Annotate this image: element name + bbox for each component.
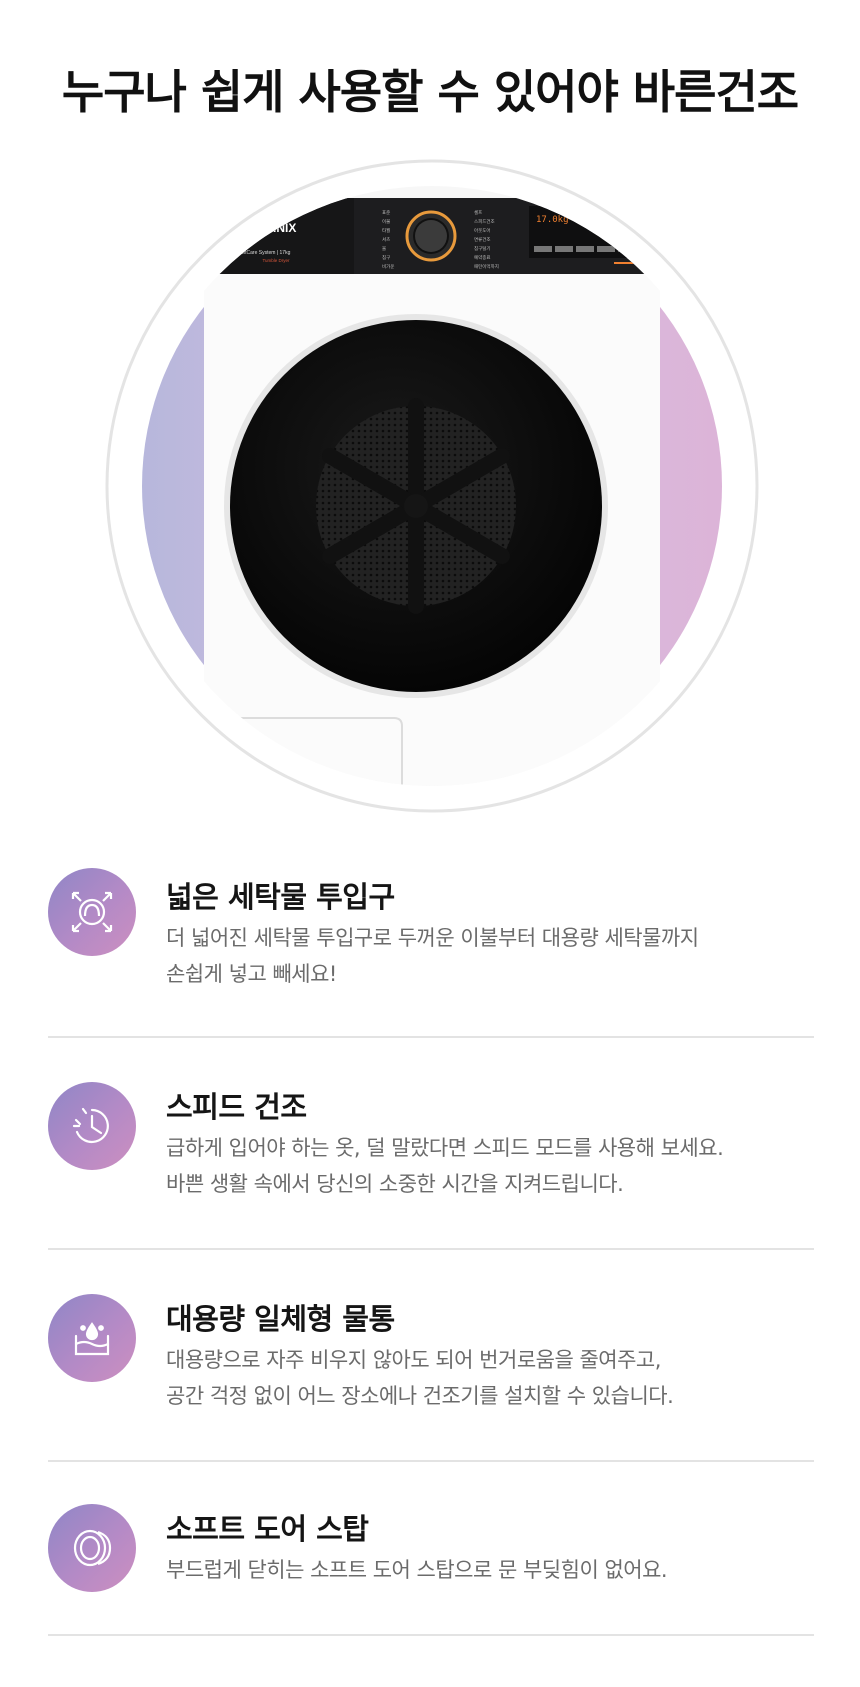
svg-text:면류건조: 면류건조 [474, 236, 491, 243]
feature-item-soft-door: 소프트 도어 스탑 부드럽게 닫히는 소프트 도어 스탑으로 문 부딪힘이 없어… [48, 1462, 814, 1636]
feature-description: 부드럽게 닫히는 소프트 도어 스탑으로 문 부딪힘이 없어요. [166, 1558, 668, 1582]
water-tank-icon [48, 1294, 136, 1382]
feature-title: 소프트 도어 스탑 [166, 1512, 369, 1546]
svg-text:아웃도어: 아웃도어 [474, 227, 491, 234]
feature-item-water-tank: 대용량 일체형 물통 대용량으로 자주 비우지 않아도 되어 번거로움을 줄여주… [48, 1250, 814, 1462]
svg-text:이불: 이불 [382, 218, 390, 225]
feature-description: 급하게 입어야 하는 옷, 덜 말랐다면 스피드 모드를 사용해 보세요. 바쁜… [166, 1136, 724, 1196]
feature-list: 넓은 세탁물 투입구 더 넓어진 세탁물 투입구로 두꺼운 이불부터 대용량 세… [48, 860, 814, 1636]
svg-text:예약종료: 예약종료 [474, 254, 491, 261]
product-detail-page: 누구나 쉽게 사용할 수 있어야 바른건조 WINIX SoftCare Sys… [0, 0, 860, 1687]
feature-title: 대용량 일체형 물통 [166, 1302, 395, 1336]
svg-text:Tumble Dryer: Tumble Dryer [262, 258, 290, 263]
feature-item-wide-door: 넓은 세탁물 투입구 더 넓어진 세탁물 투입구로 두꺼운 이불부터 대용량 세… [48, 860, 814, 1038]
svg-text:침구털기: 침구털기 [474, 245, 491, 252]
clock-timer-icon [48, 1082, 136, 1170]
feature-item-speed-dry: 스피드 건조 급하게 입어야 하는 옷, 덜 말랐다면 스피드 모드를 사용해 … [48, 1038, 814, 1250]
door-expand-icon [48, 868, 136, 956]
soft-door-icon [48, 1504, 136, 1592]
product-hero-image: WINIX SoftCare System | 17kg Tumble Drye… [104, 158, 760, 814]
feature-description: 대용량으로 자주 비우지 않아도 되어 번거로움을 줄여주고, 공간 걱정 없이… [166, 1348, 674, 1408]
svg-text:타월: 타월 [382, 227, 390, 234]
svg-text:스피드건조: 스피드건조 [474, 218, 495, 225]
feature-title: 넓은 세탁물 투입구 [166, 880, 395, 914]
svg-text:표준: 표준 [382, 210, 390, 216]
svg-text:패턴이먹까지: 패턴이먹까지 [474, 263, 499, 270]
display-weight: 17.0kg [536, 215, 569, 225]
headline: 누구나 쉽게 사용할 수 있어야 바른건조 [61, 65, 799, 119]
svg-text:침구: 침구 [382, 254, 390, 261]
svg-text:비가운: 비가운 [382, 263, 394, 270]
svg-text:셔츠: 셔츠 [382, 236, 390, 243]
svg-text:울: 울 [382, 246, 386, 252]
feature-title: 스피드 건조 [166, 1090, 307, 1124]
svg-text:셀프: 셀프 [474, 209, 482, 216]
feature-description: 더 넓어진 세탁물 투입구로 두꺼운 이불부터 대용량 세탁물까지 손쉽게 넣고… [166, 926, 699, 986]
dryer-illustration: WINIX SoftCare System | 17kg Tumble Drye… [105, 159, 759, 813]
